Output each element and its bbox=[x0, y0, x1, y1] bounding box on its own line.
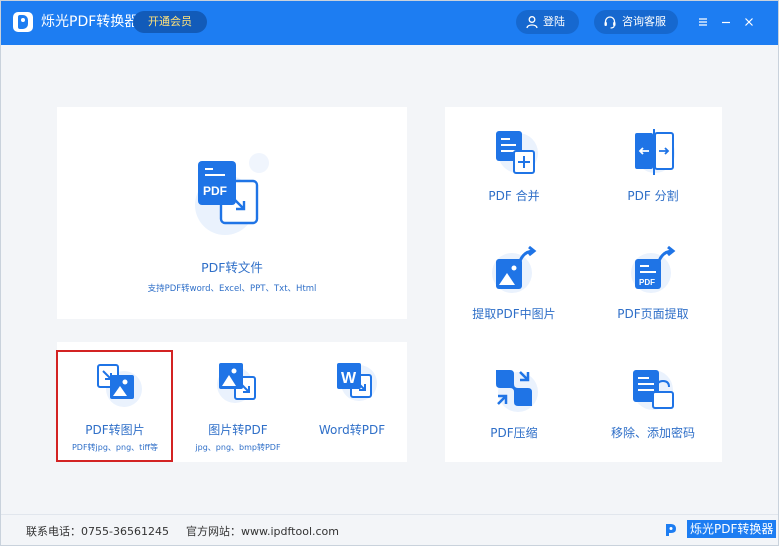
footer-brand: 烁光PDF转换器 bbox=[687, 520, 777, 538]
status-bar: 联系电话：0755-36561245 官方网站：www.ipdftool.com… bbox=[1, 514, 778, 545]
app-window: 烁光PDF转换器 开通会员 登陆 咨询客服 PDF PDF转文件 支持PDF转w… bbox=[0, 0, 779, 546]
official-website[interactable]: 官方网站：www.ipdftool.com bbox=[186, 523, 339, 539]
extract-images-icon bbox=[492, 245, 537, 293]
word-to-pdf-title: Word转PDF bbox=[318, 423, 386, 437]
password-icon bbox=[633, 370, 674, 410]
pdf-compress-title: PDF压缩 bbox=[490, 426, 538, 440]
pdf-to-file-tile[interactable]: PDF PDF转文件 支持PDF转word、Excel、PPT、Txt、Html bbox=[57, 107, 407, 319]
extract-images-title: 提取PDF中图片 bbox=[472, 307, 556, 321]
service-label: 咨询客服 bbox=[622, 15, 666, 28]
pdf-to-image-icon bbox=[97, 364, 142, 407]
word-to-pdf-tile[interactable]: W Word转PDF bbox=[297, 351, 407, 461]
close-icon[interactable] bbox=[739, 12, 759, 32]
extract-pages-icon: PDF bbox=[631, 245, 676, 293]
app-title: 烁光PDF转换器 bbox=[41, 14, 139, 30]
extract-pages-title: PDF页面提取 bbox=[617, 307, 689, 321]
pdf-to-image-tile[interactable]: PDF转图片 PDF转jpg、png、tiff等 bbox=[58, 351, 172, 461]
menu-icon[interactable] bbox=[693, 12, 713, 32]
pdf-merge-icon bbox=[496, 131, 538, 174]
pdf-to-file-subtitle: 支持PDF转word、Excel、PPT、Txt、Html bbox=[147, 284, 317, 294]
pdf-split-title: PDF 分割 bbox=[627, 189, 679, 203]
pdf-split-icon bbox=[635, 129, 675, 175]
image-to-pdf-subtitle: jpg、png、bmp转PDF bbox=[195, 443, 281, 452]
extract-images-tile[interactable]: 提取PDF中图片 bbox=[445, 225, 583, 343]
word-to-pdf-icon: W bbox=[337, 363, 377, 401]
vip-button[interactable]: 开通会员 bbox=[133, 11, 207, 33]
password-tile[interactable]: 移除、添加密码 bbox=[584, 344, 722, 462]
pdf-split-tile[interactable]: PDF 分割 bbox=[584, 107, 722, 225]
password-title: 移除、添加密码 bbox=[610, 426, 695, 440]
pdf-merge-title: PDF 合并 bbox=[488, 189, 540, 203]
pdf-compress-icon bbox=[496, 370, 538, 412]
brand-logo-icon bbox=[666, 524, 676, 536]
image-to-pdf-tile[interactable]: 图片转PDF jpg、png、bmp转PDF bbox=[179, 351, 297, 461]
extract-pages-icon-text: PDF bbox=[639, 278, 655, 287]
app-logo-icon bbox=[13, 12, 33, 32]
login-button[interactable]: 登陆 bbox=[516, 10, 579, 34]
pdf-merge-tile[interactable]: PDF 合并 bbox=[445, 107, 583, 225]
pdf-to-image-title: PDF转图片 bbox=[85, 423, 145, 437]
image-to-pdf-title: 图片转PDF bbox=[208, 423, 268, 437]
minimize-icon[interactable] bbox=[716, 12, 736, 32]
customer-service-button[interactable]: 咨询客服 bbox=[594, 10, 678, 34]
contact-phone: 联系电话：0755-36561245 bbox=[26, 525, 169, 538]
pdf-to-file-title: PDF转文件 bbox=[201, 260, 263, 275]
word-icon-text: W bbox=[341, 370, 357, 387]
headset-icon bbox=[604, 16, 616, 29]
pdf-icon-text: PDF bbox=[203, 184, 227, 198]
extract-pages-tile[interactable]: PDF PDF页面提取 bbox=[584, 225, 722, 343]
title-bar: 烁光PDF转换器 开通会员 登陆 咨询客服 bbox=[1, 1, 778, 45]
user-icon bbox=[526, 16, 538, 29]
pdf-to-image-subtitle: PDF转jpg、png、tiff等 bbox=[71, 443, 159, 452]
image-to-pdf-icon bbox=[217, 363, 256, 403]
login-label: 登陆 bbox=[543, 15, 565, 28]
pdf-to-file-icon: PDF bbox=[195, 153, 269, 235]
pdf-compress-tile[interactable]: PDF压缩 bbox=[445, 344, 583, 462]
